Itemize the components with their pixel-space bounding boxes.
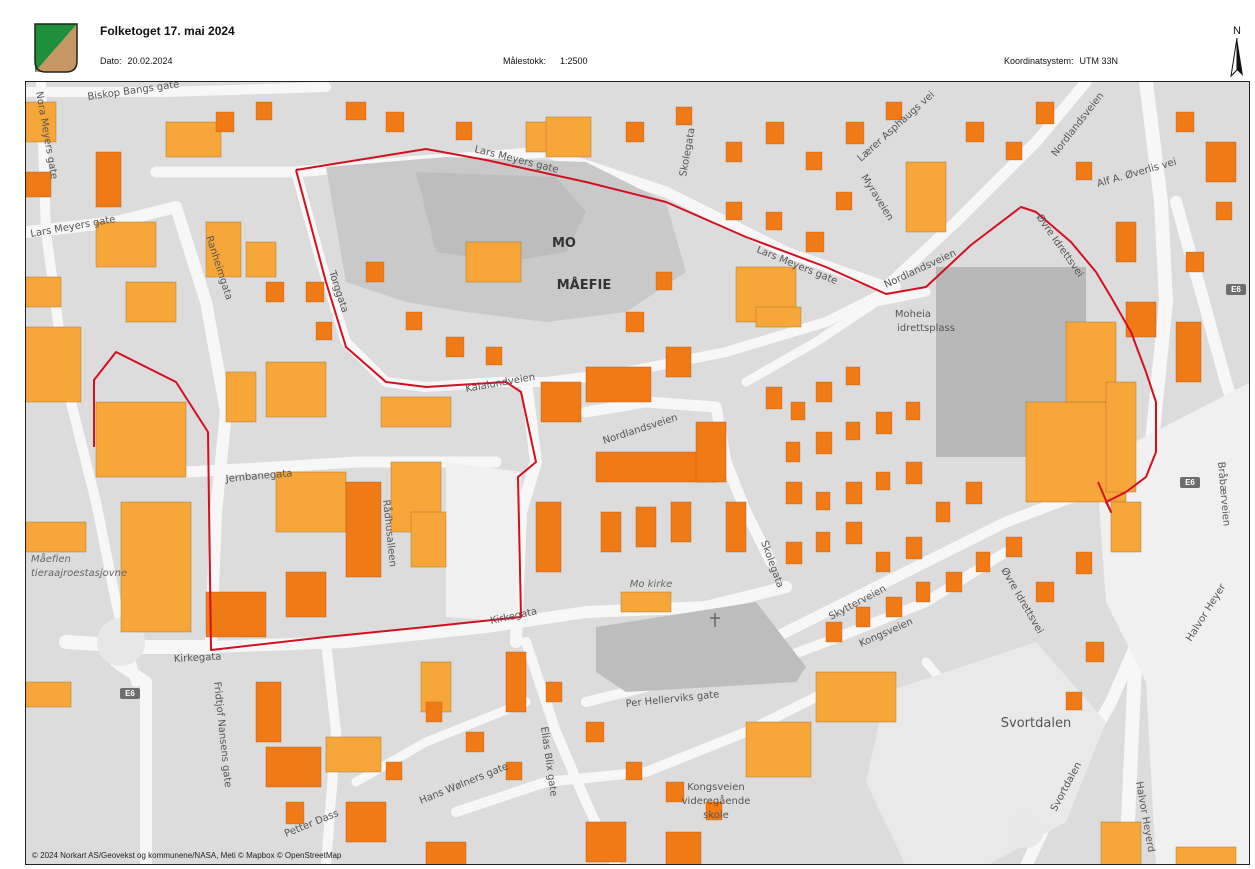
date-label: Dato:: [100, 56, 122, 66]
municipality-logo: [34, 23, 78, 73]
scale-info: Målestokk: 1:2500: [503, 56, 588, 66]
date-value: 20.02.2024: [127, 56, 173, 66]
road-shield-e6-b: E6: [1180, 477, 1200, 488]
svg-text:E6: E6: [1231, 285, 1241, 294]
north-arrow-icon: [1230, 37, 1243, 78]
scale-label: Målestokk:: [503, 56, 547, 66]
poi-label-school-3: skole: [703, 810, 729, 821]
scale-value: 1:2500: [560, 56, 588, 66]
svg-text:E6: E6: [1185, 478, 1195, 487]
place-label-district: MÅEFIE: [557, 277, 611, 293]
crs-info: Koordinatsystem: UTM 33N: [1004, 56, 1118, 66]
place-label-valley: Svortdalen: [1001, 716, 1071, 731]
map-canvas[interactable]: E6 E6 E6 MO MÅEFIE Svortdalen Måefien ti…: [26, 82, 1250, 865]
poi-label-sports-1: Moheia: [895, 309, 931, 320]
poi-label-sports-2: idrettsplass: [897, 323, 955, 334]
place-label-city: MO: [552, 236, 576, 251]
date-info: Dato: 20.02.2024: [100, 56, 173, 66]
crs-label: Koordinatsystem:: [1004, 56, 1074, 66]
map-attribution: © 2024 Norkart AS/Geovekst og kommunene/…: [32, 851, 342, 860]
poi-label-school-1: Kongsveien: [687, 782, 744, 793]
map-title: Folketoget 17. mai 2024: [100, 24, 235, 38]
road-shield-e6-c: E6: [1226, 284, 1246, 295]
poi-label-church: Mo kirke: [630, 579, 673, 590]
poi-label-school-2: videregående: [682, 794, 751, 807]
crs-value: UTM 33N: [1079, 56, 1119, 66]
svg-text:E6: E6: [125, 689, 135, 698]
place-label-tieraaj: tieraajroestasjovne: [31, 568, 127, 579]
road-shield-e6-a: E6: [120, 688, 140, 699]
map-frame[interactable]: E6 E6 E6 MO MÅEFIE Svortdalen Måefien ti…: [25, 81, 1250, 865]
place-label-maefien: Måefien: [31, 552, 71, 565]
